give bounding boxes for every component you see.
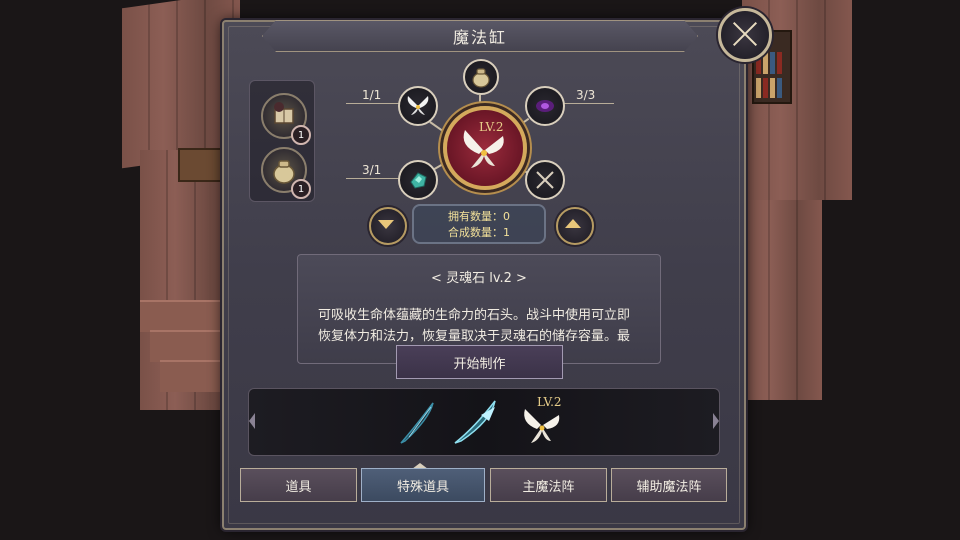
chevron-right-icon[interactable] xyxy=(711,411,721,431)
pouch-icon xyxy=(472,68,490,88)
right-wall-lower xyxy=(742,200,822,400)
tab-special-items[interactable]: 特殊道具 xyxy=(361,468,485,502)
ingredient-slot-teal-crystal[interactable] xyxy=(398,160,438,200)
material-slot[interactable]: 1 xyxy=(261,147,311,199)
item-description: 可吸收生命体蕴藏的生命力的石头。战斗中使用可立即 恢复体力和法力，恢复量取决于灵… xyxy=(318,308,631,344)
tab-items[interactable]: 道具 xyxy=(240,468,357,502)
ingredient-count: 3/3 xyxy=(576,88,596,102)
teal-crystal-icon xyxy=(410,172,427,189)
ingredient-slot-top[interactable] xyxy=(463,59,499,95)
chevron-left-icon[interactable] xyxy=(247,411,257,431)
count-underline xyxy=(346,178,400,179)
purple-eye-gem-icon xyxy=(536,100,554,112)
owned-quantity: 拥有数量：0 xyxy=(448,210,510,223)
strip-item-level: LV.2 xyxy=(537,395,562,409)
empty-slot-x-icon xyxy=(536,171,554,189)
material-count-badge: 1 xyxy=(291,125,311,145)
item-name: < 灵魂石 lv.2 > xyxy=(431,271,527,286)
fairy-wings-icon xyxy=(407,96,429,115)
strip-item[interactable] xyxy=(451,397,499,445)
count-underline xyxy=(560,103,614,104)
start-crafting-label: 开始制作 xyxy=(453,356,506,372)
scroll-up-button[interactable] xyxy=(556,207,594,245)
fairy-wings-icon xyxy=(463,130,504,168)
quantity-info-box: 拥有数量：0 合成数量：1 xyxy=(412,204,546,244)
ingredient-count: 3/1 xyxy=(362,163,382,177)
window-title: 魔法缸 xyxy=(452,28,507,47)
scroll-down-button[interactable] xyxy=(369,207,407,245)
recipe-item-strip: LV.2 xyxy=(248,388,720,456)
strip-item[interactable] xyxy=(395,397,443,445)
tab-main-magic-circle[interactable]: 主魔法阵 xyxy=(490,468,607,502)
ingredient-slot-wings[interactable] xyxy=(398,86,438,126)
tab-aux-magic-circle[interactable]: 辅助魔法阵 xyxy=(611,468,727,502)
chevron-down-icon xyxy=(378,220,394,229)
material-slot[interactable]: 1 xyxy=(261,93,311,145)
craft-quantity: 合成数量：1 xyxy=(448,226,510,239)
result-item-slot[interactable]: LV.2 xyxy=(443,106,527,190)
ingredient-slot-empty[interactable] xyxy=(525,160,565,200)
dark-feather-blade-icon xyxy=(400,402,434,444)
window-title-bar: 魔法缸 xyxy=(262,20,698,52)
material-count-badge: 1 xyxy=(291,179,311,199)
chevron-up-icon xyxy=(565,219,581,228)
ingredient-count: 1/1 xyxy=(362,88,382,102)
ingredient-slot-purple-gem[interactable] xyxy=(525,86,565,126)
materials-column: 1 1 xyxy=(249,80,315,202)
count-underline xyxy=(346,103,400,104)
strip-item[interactable]: LV.2 xyxy=(515,395,569,449)
start-crafting-button[interactable]: 开始制作 xyxy=(396,345,563,379)
teal-feather-blade-icon xyxy=(454,400,496,444)
close-button[interactable] xyxy=(718,8,772,62)
